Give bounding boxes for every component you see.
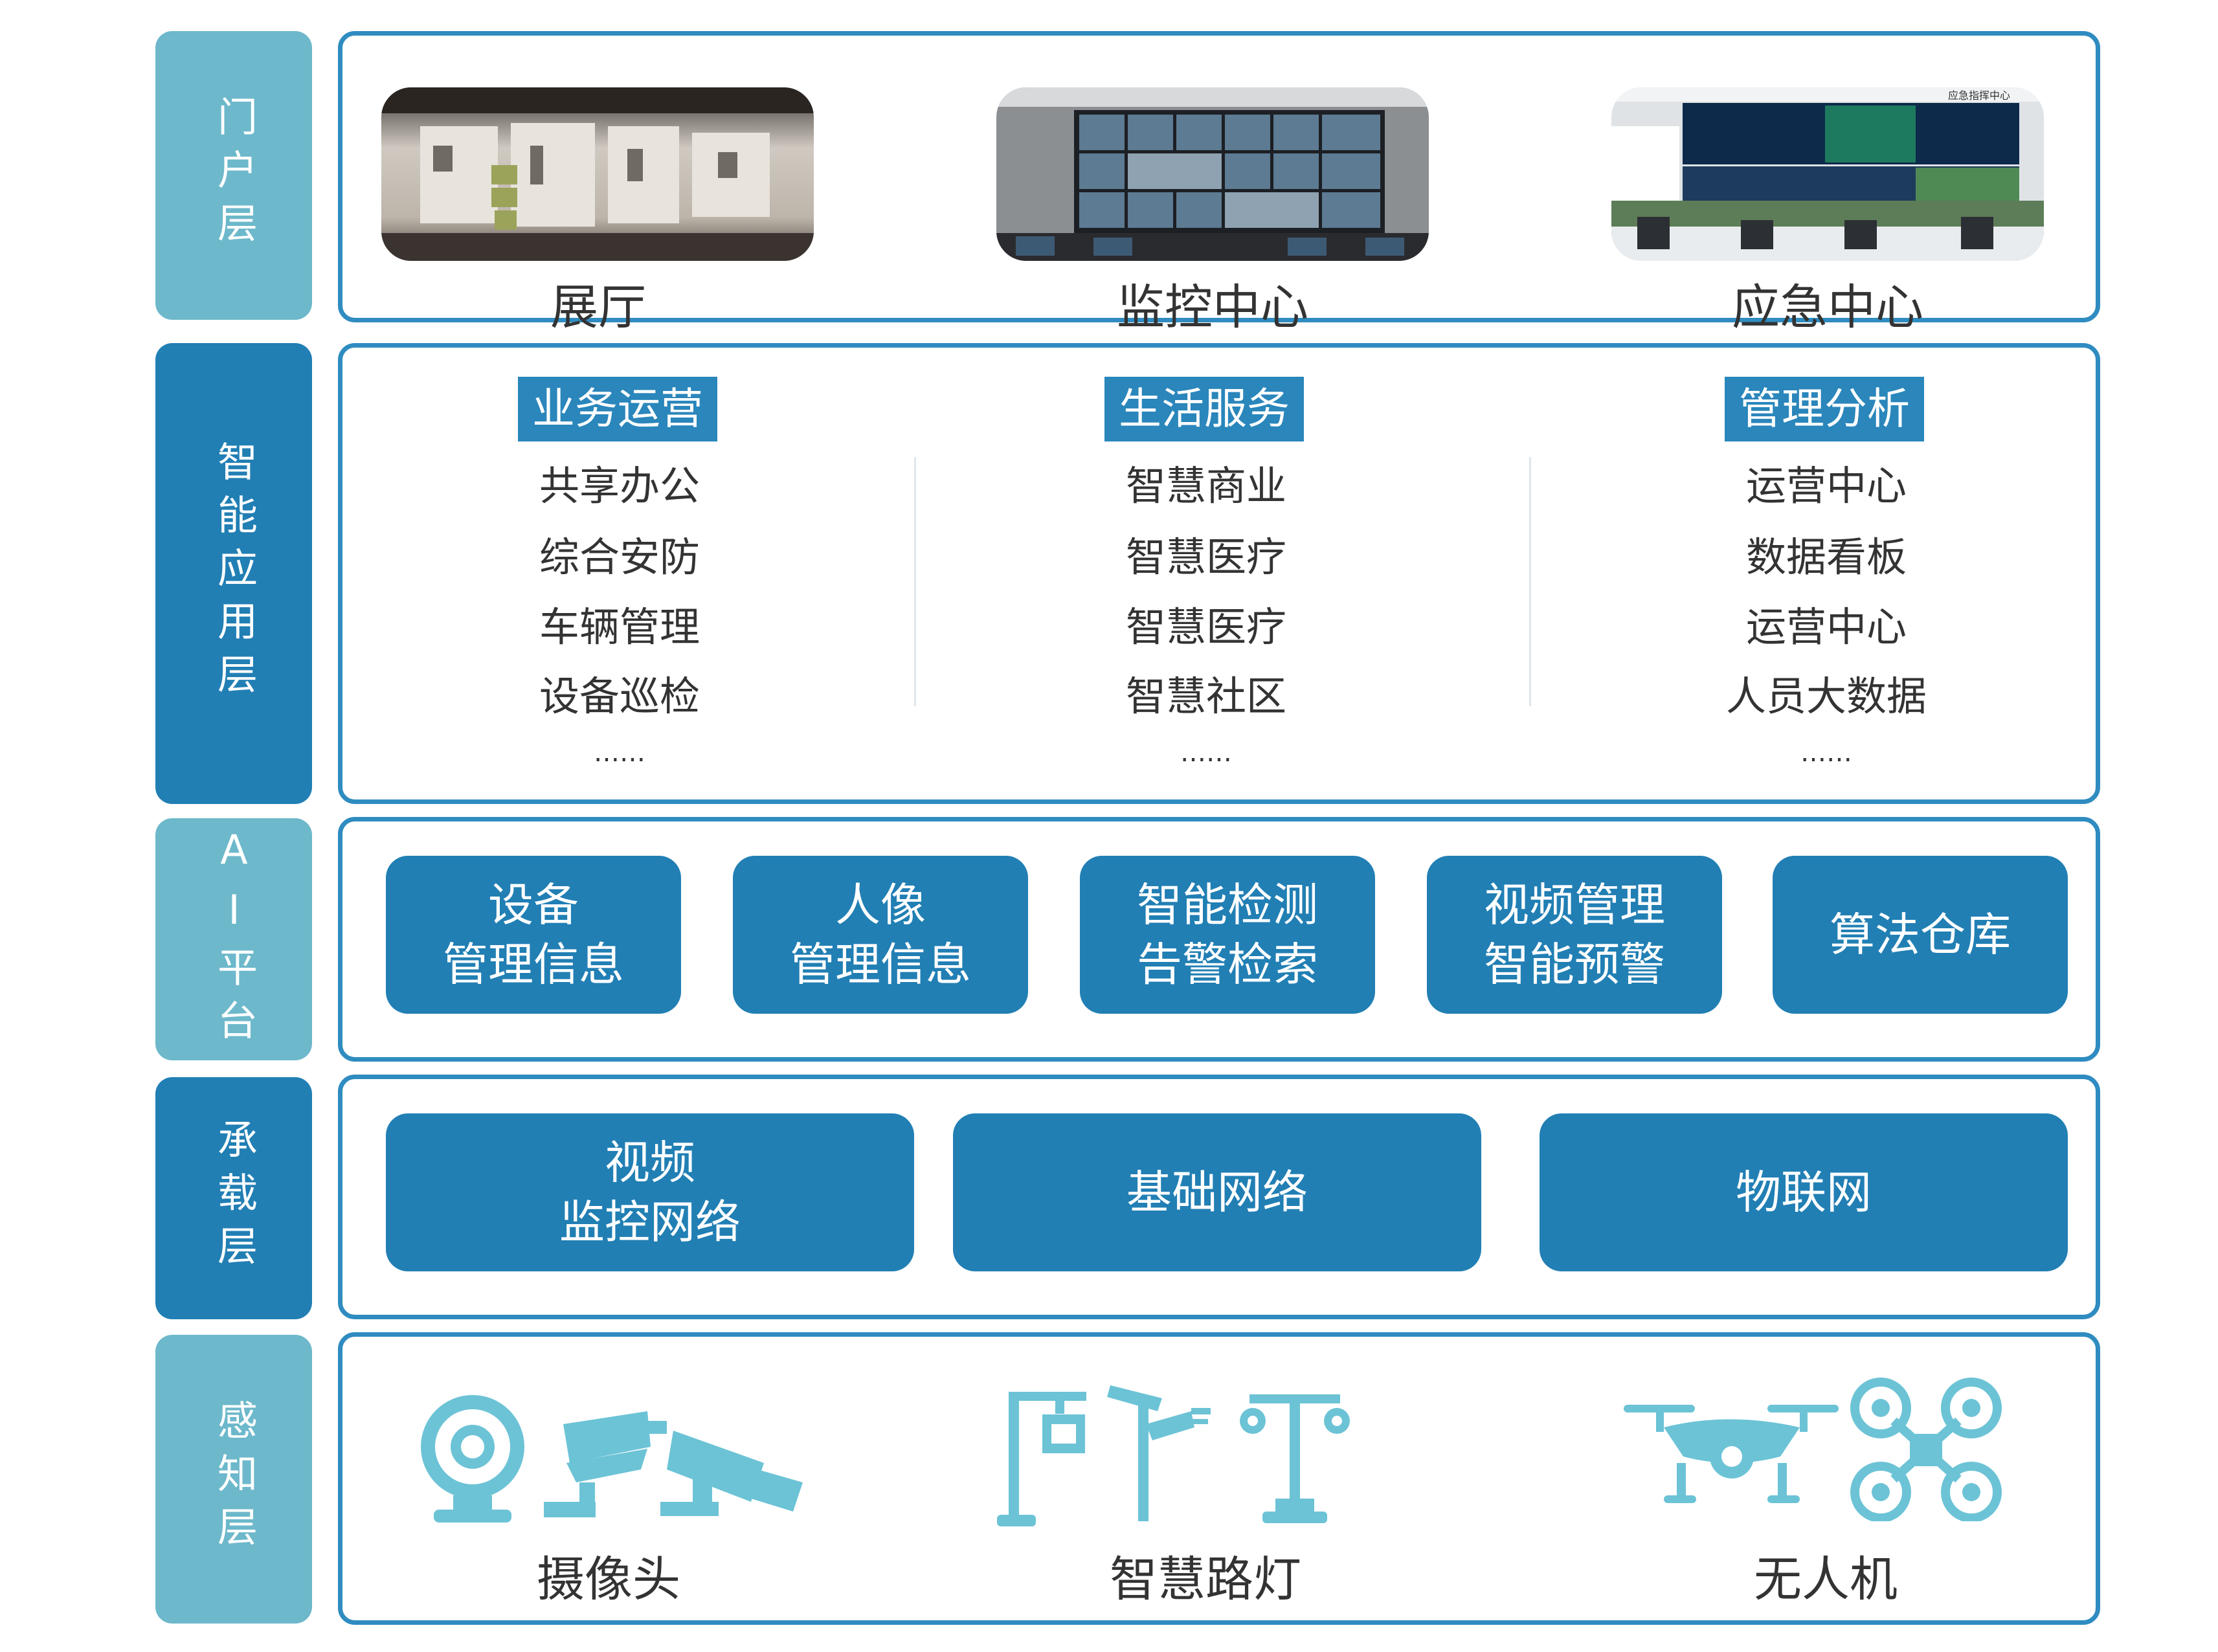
app-column-item: 智慧医疗 bbox=[1125, 533, 1286, 581]
app-column-item: 设备巡检 bbox=[539, 673, 700, 720]
screen-text: 应急指挥中心 bbox=[1948, 89, 2010, 102]
monitoring-center-image bbox=[996, 87, 1429, 261]
layer-label-portal: 门户层 bbox=[155, 31, 312, 320]
box-line: 视频管理 bbox=[1484, 878, 1665, 932]
app-column-item: 运营中心 bbox=[1745, 462, 1907, 509]
ai-box-device-info: 设备 管理信息 bbox=[386, 856, 681, 1014]
ai-box-detection-alarm: 智能检测 告警检索 bbox=[1080, 856, 1375, 1014]
street-light-icon bbox=[997, 1385, 1350, 1526]
perception-item-label: 摄像头 bbox=[537, 1552, 680, 1607]
drone-icon bbox=[1624, 1378, 2002, 1521]
layer-label-app: 智能应用层 bbox=[155, 343, 312, 804]
box-line: 设备 bbox=[488, 878, 579, 932]
perception-item-label: 智慧路灯 bbox=[1110, 1552, 1301, 1607]
app-column-item: 运营中心 bbox=[1745, 603, 1907, 651]
app-column-more: …… bbox=[1800, 738, 1852, 768]
portal-item-label: 应急中心 bbox=[1732, 280, 1923, 335]
box-line: 智能预警 bbox=[1484, 938, 1665, 991]
portal-item-label: 展厅 bbox=[550, 280, 646, 335]
app-column-item: 车辆管理 bbox=[539, 603, 700, 651]
camera-icon bbox=[421, 1395, 803, 1523]
carrier-box-base-network: 基础网络 bbox=[953, 1113, 1481, 1271]
layer-label-perception: 感知层 bbox=[155, 1335, 312, 1624]
layer-label-text: AI平台 bbox=[210, 826, 258, 1053]
layer-label-text: 智能应用层 bbox=[210, 441, 258, 706]
app-column-item: 智慧医疗 bbox=[1125, 603, 1286, 651]
layer-label-text: 承载层 bbox=[210, 1119, 258, 1278]
app-column-item: 共享办公 bbox=[539, 462, 700, 509]
box-line: 算法仓库 bbox=[1830, 908, 2011, 961]
box-line: 基础网络 bbox=[1126, 1166, 1308, 1219]
portal-panel: 展厅 监控中心 应急指挥中心 应急中心 bbox=[338, 31, 2100, 335]
box-line: 智能检测 bbox=[1137, 878, 1318, 932]
ai-box-video-warning: 视频管理 智能预警 bbox=[1427, 856, 1722, 1014]
app-column-item: 综合安防 bbox=[539, 533, 700, 581]
box-line: 视频 bbox=[605, 1136, 695, 1189]
box-line: 告警检索 bbox=[1137, 938, 1318, 991]
app-column-more: …… bbox=[594, 738, 645, 768]
portal-item-label: 监控中心 bbox=[1117, 280, 1308, 335]
app-column-title: 管理分析 bbox=[1725, 377, 1924, 441]
exhibition-hall-image bbox=[381, 87, 814, 261]
layer-label-text: 感知层 bbox=[210, 1400, 258, 1559]
box-line: 物联网 bbox=[1736, 1166, 1872, 1219]
box-line: 管理信息 bbox=[790, 938, 971, 991]
app-column-item: 数据看板 bbox=[1745, 533, 1907, 581]
box-line: 人像 bbox=[835, 878, 926, 932]
box-line: 监控网络 bbox=[559, 1196, 741, 1249]
layer-label-text: 门户层 bbox=[210, 96, 258, 255]
carrier-box-iot: 物联网 bbox=[1540, 1113, 2068, 1271]
app-column-item: 智慧社区 bbox=[1125, 673, 1286, 720]
emergency-center-image: 应急指挥中心 bbox=[1611, 87, 2044, 261]
box-line: 管理信息 bbox=[443, 938, 624, 991]
app-column-item: 人员大数据 bbox=[1725, 673, 1927, 720]
app-column-title: 业务运营 bbox=[518, 377, 717, 441]
ai-box-portrait-info: 人像 管理信息 bbox=[733, 856, 1028, 1014]
column-divider bbox=[1529, 457, 1531, 706]
carrier-box-video-network: 视频 监控网络 bbox=[386, 1113, 914, 1271]
layer-label-carrier: 承载层 bbox=[155, 1077, 312, 1319]
ai-box-algorithm-repo: 算法仓库 bbox=[1773, 856, 2068, 1014]
perception-item-label: 无人机 bbox=[1754, 1552, 1898, 1607]
layer-label-ai: AI平台 bbox=[155, 818, 312, 1060]
column-divider bbox=[914, 457, 916, 706]
app-column-title: 生活服务 bbox=[1104, 377, 1304, 441]
app-column-item: 智慧商业 bbox=[1125, 462, 1286, 509]
app-column-more: …… bbox=[1180, 738, 1232, 768]
